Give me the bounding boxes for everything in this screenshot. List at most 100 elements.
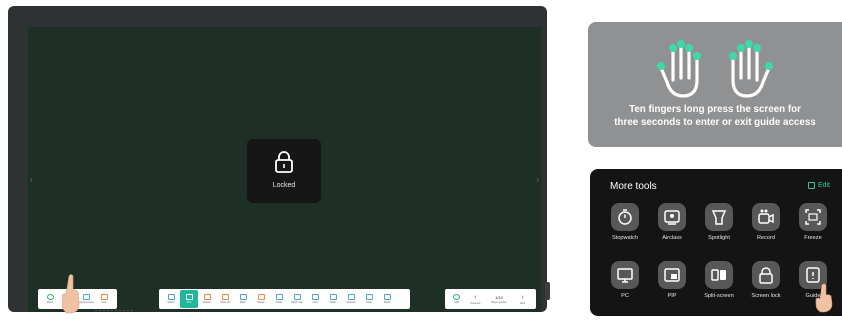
airclass-tool[interactable]: Airclass bbox=[649, 203, 695, 241]
gesture-tool-button[interactable]: Gesture bbox=[342, 290, 360, 308]
eraser-label: Eraser bbox=[203, 301, 211, 304]
airclass-button[interactable] bbox=[658, 203, 686, 231]
mind-map-label: Mind map bbox=[291, 301, 303, 304]
spotlight-tool[interactable]: Spotlight bbox=[696, 203, 742, 241]
stopwatch-icon bbox=[618, 209, 632, 225]
record-button[interactable] bbox=[752, 203, 780, 231]
table-icon bbox=[275, 294, 283, 300]
screen-lock-button[interactable] bbox=[752, 261, 780, 289]
guide-icon bbox=[806, 267, 820, 283]
display-side-port bbox=[545, 282, 550, 300]
menu-icon bbox=[46, 294, 54, 300]
lock-icon bbox=[100, 294, 108, 300]
pip-label: PIP bbox=[667, 293, 677, 299]
previous-page-label: Previous bbox=[470, 301, 481, 305]
add-icon bbox=[453, 294, 460, 300]
previous-page-button[interactable]: ‹ Previous bbox=[465, 294, 486, 305]
shape-icon bbox=[257, 294, 265, 300]
pc-tool[interactable]: PC bbox=[602, 261, 648, 299]
speaker-grille bbox=[94, 309, 134, 312]
pen-icon bbox=[185, 294, 193, 300]
stopwatch-tool[interactable]: Stopwatch bbox=[602, 203, 648, 241]
ruler-tool-button[interactable]: Ruler bbox=[234, 290, 252, 308]
chevron-left-icon: ‹ bbox=[474, 293, 477, 301]
gesture-label: Gesture bbox=[346, 301, 356, 304]
stopwatch-button[interactable] bbox=[611, 203, 639, 231]
table-tool-button[interactable]: Table bbox=[270, 290, 288, 308]
grid-tool-button[interactable]: Grid bbox=[306, 290, 324, 308]
clear-all-tool-button[interactable]: Clear all bbox=[216, 290, 234, 308]
split-screen-icon bbox=[711, 269, 726, 281]
shape-label: Shape bbox=[257, 301, 265, 304]
guide-access-text: Ten fingers long press the screen for th… bbox=[614, 104, 816, 128]
record-icon bbox=[758, 209, 774, 224]
ruler-icon bbox=[239, 294, 247, 300]
locked-indicator: Locked bbox=[247, 139, 321, 203]
notes-tool-button[interactable]: Notes bbox=[324, 290, 342, 308]
record-tool[interactable]: Record bbox=[743, 203, 789, 241]
redo-icon bbox=[383, 294, 391, 300]
pointing-hand-icon bbox=[62, 274, 80, 314]
undo-label: Undo bbox=[365, 301, 373, 304]
pip-tool[interactable]: PIP bbox=[649, 261, 695, 299]
grid-icon bbox=[311, 294, 319, 300]
ruler-label: Ruler bbox=[239, 301, 247, 304]
guide-access-hint: Ten fingers long press the screen for th… bbox=[588, 22, 842, 147]
gesture-icon bbox=[347, 294, 355, 300]
screen-lock-label: Screen lock bbox=[751, 293, 781, 299]
toolbar-center: Select Pen Eraser Clear all Ruler Shape Table M… bbox=[159, 289, 410, 309]
lock-tool-button[interactable]: Lock bbox=[95, 290, 113, 308]
pip-button[interactable] bbox=[658, 261, 686, 289]
more-tools-title: More tools bbox=[610, 181, 657, 192]
freeze-tool[interactable]: Freeze bbox=[790, 203, 836, 241]
notes-icon bbox=[329, 294, 337, 300]
display-screen[interactable]: ‹ › Locked MenuAppSignal sourceLock Sele… bbox=[28, 27, 541, 312]
shape-tool-button[interactable]: Shape bbox=[252, 290, 270, 308]
add-page-label: Add bbox=[454, 301, 459, 304]
pc-label: PC bbox=[621, 293, 629, 299]
freeze-button[interactable] bbox=[799, 203, 827, 231]
clear-all-icon bbox=[221, 294, 229, 300]
pen-tool-button[interactable]: Pen bbox=[180, 290, 198, 308]
screen-lock-tool[interactable]: Screen lock bbox=[743, 261, 789, 299]
toolbar-right: Add ‹ Previous 1/10 Page number › Next bbox=[445, 289, 536, 309]
pc-icon bbox=[617, 268, 633, 283]
freeze-icon bbox=[805, 209, 821, 225]
select-tool-button[interactable]: Select bbox=[162, 290, 180, 308]
undo-tool-button[interactable]: Undo bbox=[360, 290, 378, 308]
grid-label: Grid bbox=[312, 301, 318, 304]
eraser-tool-button[interactable]: Eraser bbox=[198, 290, 216, 308]
redo-tool-button[interactable]: Redo bbox=[378, 290, 396, 308]
left-edge-handle-icon[interactable]: ‹ bbox=[30, 175, 33, 184]
menu-tool-button[interactable]: Menu bbox=[41, 290, 59, 308]
add-page-button[interactable]: Add bbox=[448, 290, 465, 308]
page-number-control[interactable]: 1/10 Page number bbox=[486, 294, 512, 304]
chevron-right-icon: › bbox=[521, 293, 524, 301]
airclass-icon bbox=[664, 210, 680, 225]
pip-icon bbox=[664, 268, 680, 282]
right-edge-handle-icon[interactable]: › bbox=[536, 175, 539, 184]
ten-fingers-icon bbox=[657, 40, 773, 98]
page-number-value: 1/10 bbox=[495, 295, 503, 300]
split-screen-button[interactable] bbox=[705, 261, 733, 289]
page-number-label: Page number bbox=[491, 301, 507, 304]
freeze-label: Freeze bbox=[804, 235, 822, 241]
next-page-label: Next bbox=[519, 301, 526, 305]
menu-label: Menu bbox=[46, 301, 54, 304]
select-label: Select bbox=[167, 301, 175, 304]
signal-source-icon bbox=[82, 294, 90, 300]
mind-map-tool-button[interactable]: Mind map bbox=[288, 290, 306, 308]
edit-button[interactable]: Edit bbox=[807, 182, 830, 189]
spotlight-button[interactable] bbox=[705, 203, 733, 231]
redo-label: Redo bbox=[383, 301, 391, 304]
split-screen-tool[interactable]: Split-screen bbox=[696, 261, 742, 299]
undo-icon bbox=[365, 294, 373, 300]
edit-label: Edit bbox=[817, 182, 830, 189]
locked-label: Locked bbox=[272, 182, 296, 189]
stopwatch-label: Stopwatch bbox=[611, 235, 639, 241]
pc-button[interactable] bbox=[611, 261, 639, 289]
record-label: Record bbox=[756, 235, 776, 241]
next-page-button[interactable]: › Next bbox=[512, 294, 533, 305]
pointing-hand-icon bbox=[815, 283, 833, 313]
notes-label: Notes bbox=[329, 301, 337, 304]
